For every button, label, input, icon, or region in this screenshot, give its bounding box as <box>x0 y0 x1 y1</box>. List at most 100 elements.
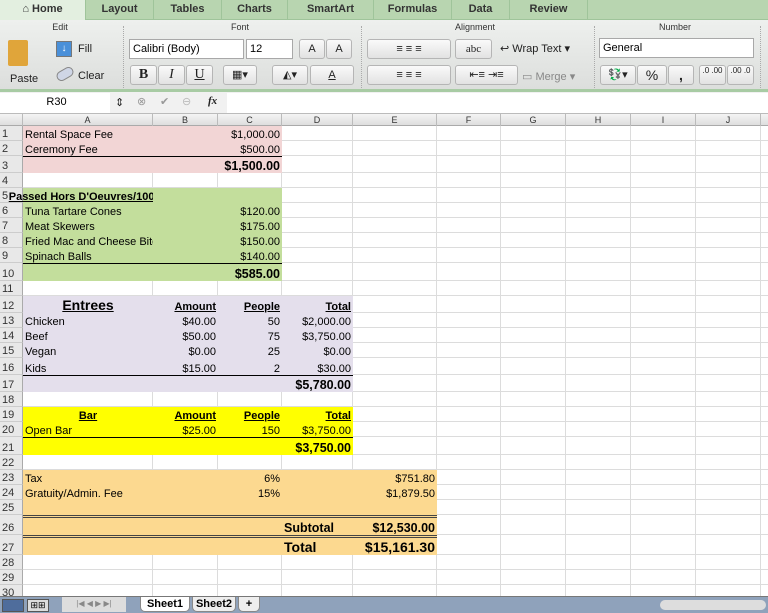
cell-B19[interactable]: Amount <box>153 407 218 422</box>
cell-C13[interactable]: 50 <box>218 313 282 328</box>
indent-buttons[interactable]: ⇤≡ ⇥≡ <box>455 65 518 85</box>
cell-A19[interactable]: Bar <box>23 407 153 422</box>
cell-B20[interactable]: $25.00 <box>153 422 218 437</box>
cell-B11[interactable] <box>153 281 218 296</box>
cell-B5[interactable] <box>153 188 218 203</box>
cell-J2[interactable] <box>696 141 761 156</box>
cell-H20[interactable] <box>566 422 631 437</box>
cell-J16[interactable] <box>696 358 761 375</box>
cell-G5[interactable] <box>501 188 566 203</box>
cell-B1[interactable] <box>153 126 218 141</box>
cell-J23[interactable] <box>696 470 761 485</box>
column-header-D[interactable]: D <box>282 114 353 126</box>
cell-B28[interactable] <box>153 555 218 570</box>
cell-D11[interactable] <box>282 281 353 296</box>
cell-J1[interactable] <box>696 126 761 141</box>
cell-J14[interactable] <box>696 328 761 343</box>
cell-B2[interactable] <box>153 141 218 156</box>
cell-I22[interactable] <box>631 455 696 470</box>
cell-C23[interactable]: 6% <box>218 470 282 485</box>
cell-D25[interactable] <box>282 500 353 515</box>
cell-F16[interactable] <box>437 358 501 375</box>
cell-A24[interactable]: Gratuity/Admin. Fee <box>23 485 153 500</box>
row-header-2[interactable]: 2 <box>0 141 23 156</box>
add-sheet-button[interactable]: + <box>238 597 260 612</box>
cell-I26[interactable] <box>631 515 696 535</box>
row-header-7[interactable]: 7 <box>0 218 23 233</box>
cell-B6[interactable] <box>153 203 218 218</box>
cell-H4[interactable] <box>566 173 631 188</box>
sheet-tab-sheet1[interactable]: Sheet1 <box>140 597 190 612</box>
underline-button[interactable]: U <box>186 65 213 85</box>
cell-D26[interactable]: Subtotal <box>282 515 353 535</box>
cell-K26[interactable] <box>761 515 768 535</box>
cell-A26[interactable] <box>23 515 153 535</box>
cell-E14[interactable] <box>353 328 437 343</box>
font-name-select[interactable]: Calibri (Body) <box>129 39 244 59</box>
cell-H1[interactable] <box>566 126 631 141</box>
column-header-J[interactable]: J <box>696 114 761 126</box>
cell-G19[interactable] <box>501 407 566 422</box>
cell-I25[interactable] <box>631 500 696 515</box>
cell-K6[interactable] <box>761 203 768 218</box>
cancel-icon[interactable]: ⊗ <box>137 95 146 108</box>
cell-J22[interactable] <box>696 455 761 470</box>
cell-F19[interactable] <box>437 407 501 422</box>
cell-B18[interactable] <box>153 392 218 407</box>
cell-K23[interactable] <box>761 470 768 485</box>
cell-E5[interactable] <box>353 188 437 203</box>
row-header-23[interactable]: 23 <box>0 470 23 485</box>
cell-H8[interactable] <box>566 233 631 248</box>
cell-I6[interactable] <box>631 203 696 218</box>
cell-B13[interactable]: $40.00 <box>153 313 218 328</box>
cell-I3[interactable] <box>631 156 696 173</box>
tab-tables[interactable]: Tables <box>154 0 222 20</box>
cell-K4[interactable] <box>761 173 768 188</box>
cell-I14[interactable] <box>631 328 696 343</box>
cell-A23[interactable]: Tax <box>23 470 153 485</box>
cell-B26[interactable] <box>153 515 218 535</box>
cell-F18[interactable] <box>437 392 501 407</box>
row-header-22[interactable]: 22 <box>0 455 23 470</box>
merge-button[interactable]: ▭ Merge ▾ <box>522 70 575 83</box>
cell-A29[interactable] <box>23 570 153 585</box>
row-header-12[interactable]: 12 <box>0 296 23 313</box>
cell-E26[interactable]: $12,530.00 <box>353 515 437 535</box>
cell-E24[interactable]: $1,879.50 <box>353 485 437 500</box>
cell-A17[interactable] <box>23 375 153 392</box>
cell-G4[interactable] <box>501 173 566 188</box>
cell-C14[interactable]: 75 <box>218 328 282 343</box>
cell-J30[interactable] <box>696 585 761 596</box>
cell-B21[interactable] <box>153 437 218 455</box>
cell-J11[interactable] <box>696 281 761 296</box>
cell-G6[interactable] <box>501 203 566 218</box>
cell-B29[interactable] <box>153 570 218 585</box>
cell-G27[interactable] <box>501 535 566 555</box>
cell-H23[interactable] <box>566 470 631 485</box>
cell-I7[interactable] <box>631 218 696 233</box>
orientation-button[interactable]: abc <box>455 39 492 59</box>
cell-E16[interactable] <box>353 358 437 375</box>
cell-F7[interactable] <box>437 218 501 233</box>
cell-D10[interactable] <box>282 263 353 281</box>
confirm-icon[interactable]: ✔ <box>160 95 169 108</box>
cell-A15[interactable]: Vegan <box>23 343 153 358</box>
cell-G22[interactable] <box>501 455 566 470</box>
row-header-1[interactable]: 1 <box>0 126 23 141</box>
cell-B3[interactable] <box>153 156 218 173</box>
cell-G29[interactable] <box>501 570 566 585</box>
cell-H2[interactable] <box>566 141 631 156</box>
row-header-14[interactable]: 14 <box>0 328 23 343</box>
cell-K1[interactable] <box>761 126 768 141</box>
cell-F25[interactable] <box>437 500 501 515</box>
cell-J6[interactable] <box>696 203 761 218</box>
cell-K12[interactable] <box>761 296 768 313</box>
cell-H13[interactable] <box>566 313 631 328</box>
cell-H14[interactable] <box>566 328 631 343</box>
row-header-3[interactable]: 3 <box>0 156 23 173</box>
cell-A7[interactable]: Meat Skewers <box>23 218 153 233</box>
row-header-26[interactable]: 26 <box>0 515 23 535</box>
normal-view-button[interactable] <box>2 599 24 612</box>
cell-H9[interactable] <box>566 248 631 263</box>
cell-F13[interactable] <box>437 313 501 328</box>
